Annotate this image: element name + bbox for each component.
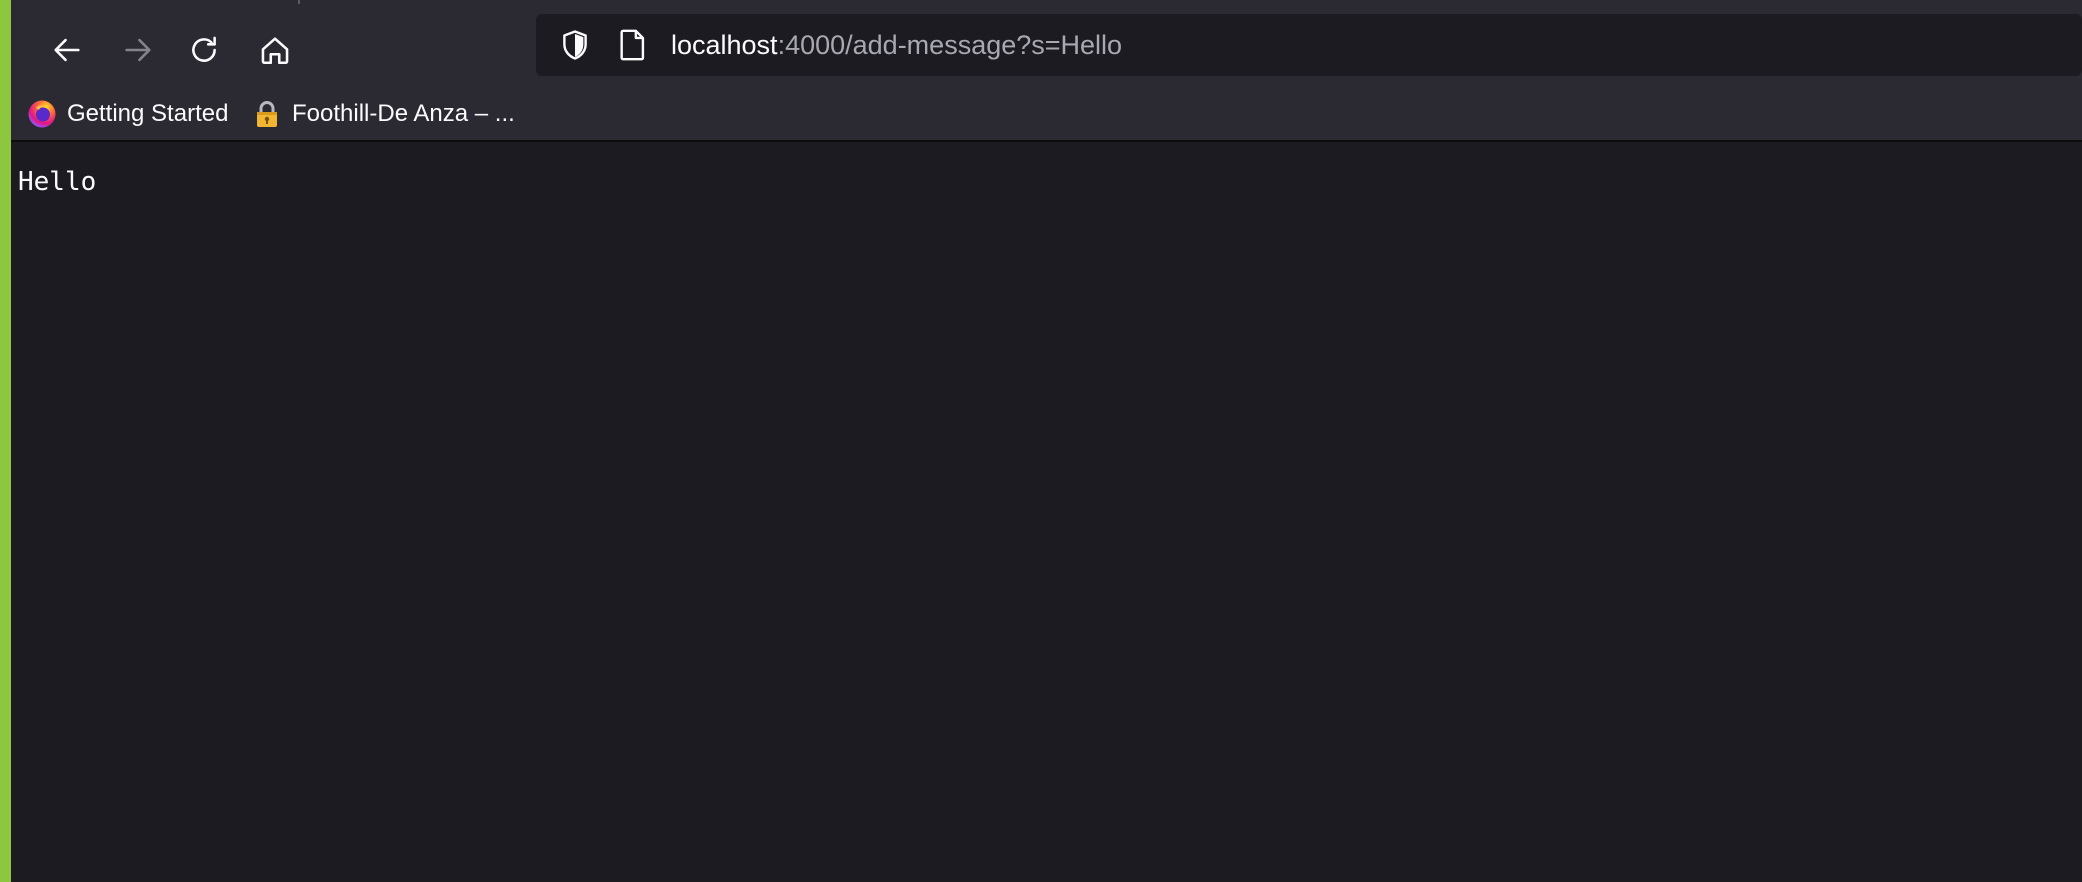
bookmark-getting-started[interactable]: Getting Started	[27, 96, 228, 132]
firefox-logo-icon	[28, 100, 56, 128]
back-arrow-icon	[54, 38, 80, 62]
url-text[interactable]: localhost:4000/add-message?s=Hello	[671, 29, 1122, 61]
page-body-text: Hello	[18, 167, 97, 197]
page-content: Hello	[11, 142, 2082, 882]
bookmark-label: Getting Started	[67, 100, 229, 127]
reload-button[interactable]	[176, 22, 232, 78]
bookmarks-toolbar: Getting Started Foothill-De Anza – ...	[11, 88, 2082, 142]
reload-icon	[192, 36, 216, 62]
forward-button[interactable]	[110, 22, 166, 78]
back-button[interactable]	[39, 22, 95, 78]
page-icon[interactable]	[618, 28, 648, 62]
home-button[interactable]	[247, 22, 303, 78]
tracking-protection-shield-icon[interactable]	[558, 28, 592, 62]
bookmark-foothill-de-anza[interactable]: Foothill-De Anza – ...	[252, 96, 515, 132]
url-host: localhost	[671, 30, 778, 60]
browser-window: localhost:4000/add-message?s=Hello Getti…	[0, 0, 2082, 882]
lock-icon	[257, 101, 277, 127]
home-icon	[261, 37, 289, 65]
navigation-toolbar: localhost:4000/add-message?s=Hello	[11, 4, 2082, 88]
url-path: :4000/add-message?s=Hello	[777, 30, 1123, 60]
url-bar[interactable]: localhost:4000/add-message?s=Hello	[536, 14, 2082, 76]
forward-arrow-icon	[125, 38, 151, 62]
bookmark-label: Foothill-De Anza – ...	[292, 100, 515, 127]
window-edge-accent	[0, 0, 11, 882]
